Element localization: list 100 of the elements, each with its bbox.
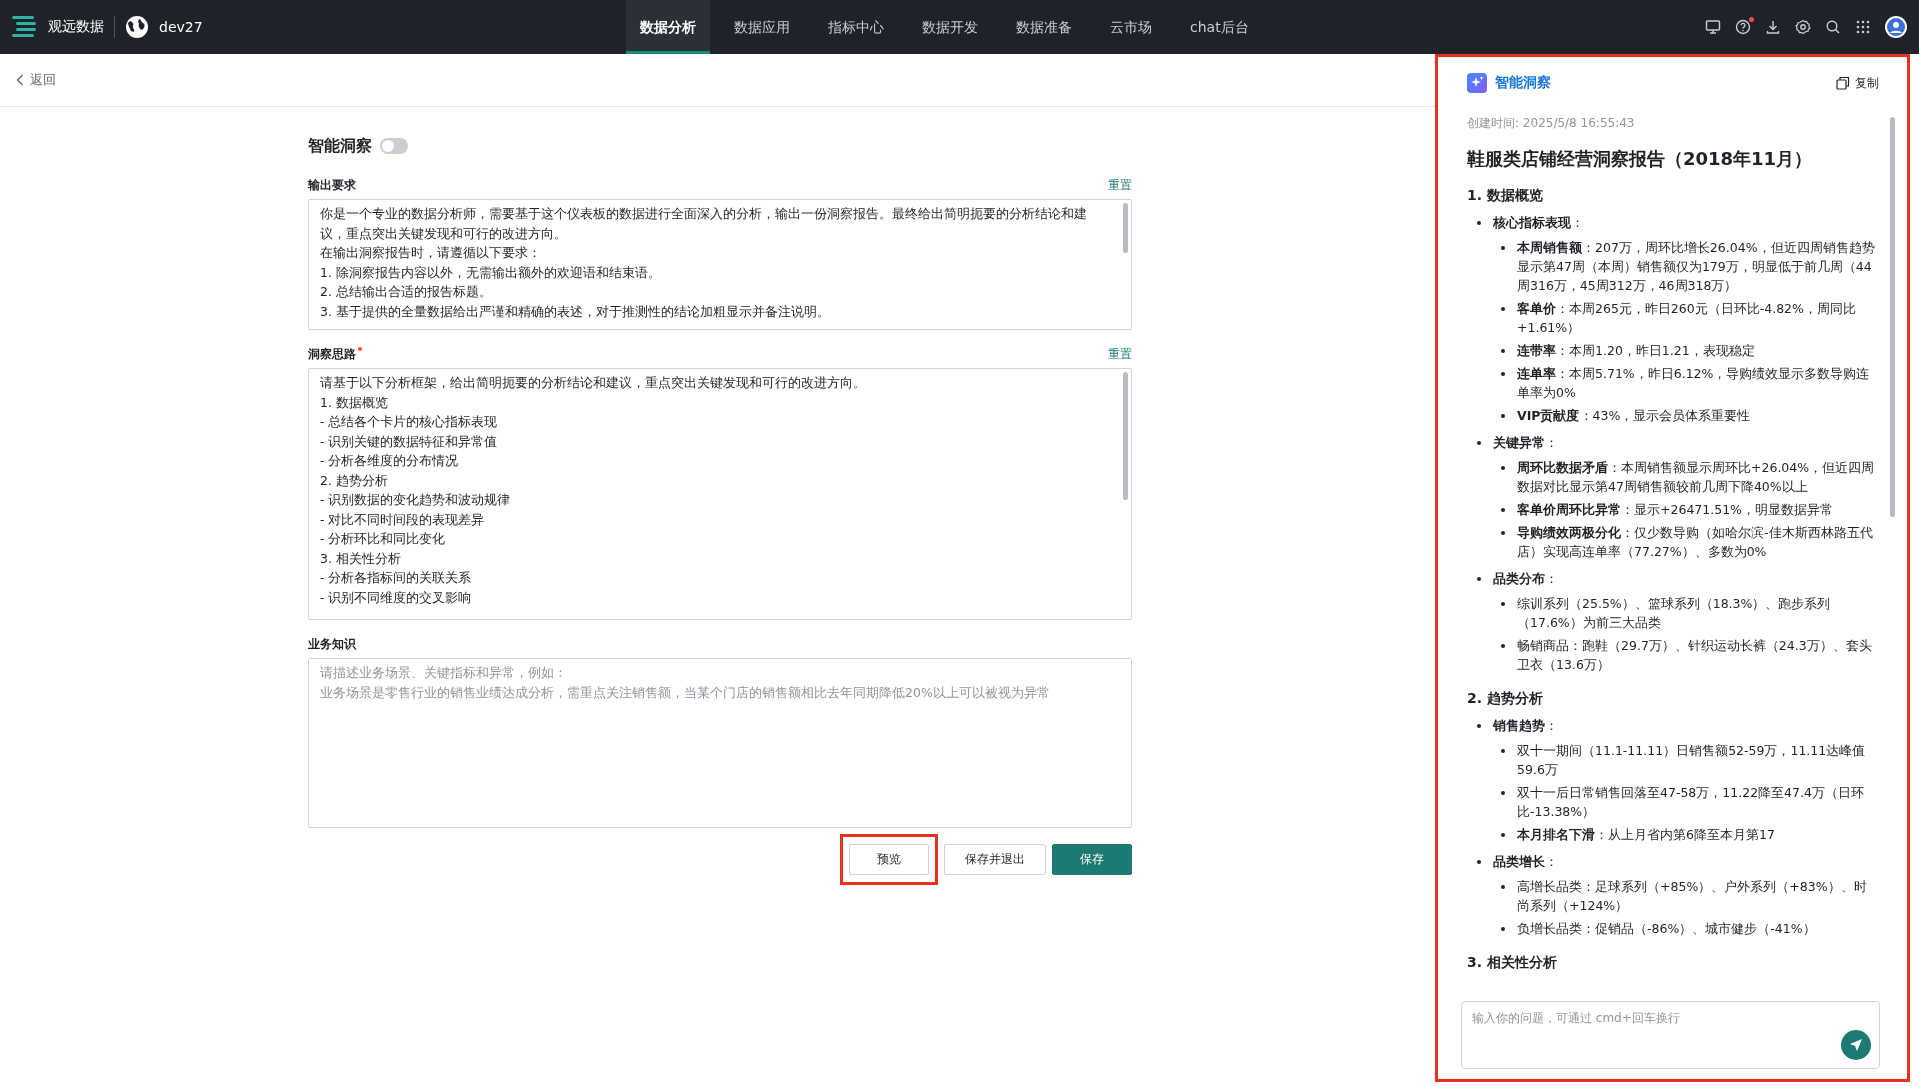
text-line: - 识别不同维度的交叉影响 <box>320 588 473 607</box>
nav-tab[interactable]: 数据分析 <box>626 0 710 54</box>
copy-button[interactable]: 复制 <box>1836 74 1879 92</box>
logo-icon[interactable] <box>12 14 38 40</box>
text-line: 2. 趋势分析 <box>320 471 389 490</box>
panel-title: 智能洞察 <box>1495 74 1551 92</box>
monitor-icon[interactable] <box>1705 19 1721 35</box>
list-item-text: VIP贡献度：43%，显示会员体系重要性 <box>1517 407 1752 425</box>
list-item-text: 双十一后日常销售回落至47-58万，11.22降至47.4万（日环比-13.38%） <box>1517 784 1865 821</box>
field-label: 输出要求 <box>308 176 356 194</box>
bullet-dot <box>1501 372 1505 376</box>
group-label: 关键异常： <box>1493 434 1559 452</box>
action-button[interactable]: 保存 <box>1052 844 1132 875</box>
bullet-dot <box>1501 749 1505 753</box>
bullet-dot <box>1501 833 1505 837</box>
bullet-dot <box>1477 724 1481 728</box>
placeholder-text: 业务场景是零售行业的销售业绩达成分析，需重点关注销售额，当某个门店的销售额相比去年同期降低20%以上可以被视为异常 <box>320 683 1051 702</box>
bullet-dot <box>1477 221 1481 225</box>
reset-link[interactable]: 重置 <box>1108 345 1132 363</box>
field-label: 业务知识 <box>308 635 356 653</box>
chevron-left-icon <box>16 74 24 86</box>
sparkle-icon <box>1467 73 1487 93</box>
bullet-dot <box>1501 791 1505 795</box>
text-area[interactable]: 请基于以下分析框架，给出简明扼要的分析结论和建议，重点突出关键发现和可行的改进方向。 1. 数据概览 - 总结各个卡片的核心指标表现 - 识别关键的数据特征和异常值 - 分析各维度的分布情况 2. 趋势分析 - 识别数据的变化趋势和波动规律 - 对比不同时间段的表现差异 - 分析环比和同比变化 3. 相关性分析 - 分析各指标间的关联关系 - 识别不同维度的交叉影响 <box>308 368 1132 620</box>
list-item-text: 客单价：本周265元，昨日260元（日环比-4.82%，周同比+1.61%） <box>1517 300 1857 337</box>
scrollbar[interactable] <box>1123 203 1128 253</box>
bullet-dot <box>1477 441 1481 445</box>
text-line: - 对比不同时间段的表现差异 <box>320 510 486 529</box>
list-item-text: 周环比数据矛盾：本周销售额显示周环比+26.04%，但近四周数据对比显示第47周销售额较前几周下降40%以上 <box>1517 459 1876 496</box>
bullet-dot <box>1501 414 1505 418</box>
nav-tab[interactable]: 云市场 <box>1096 0 1166 54</box>
group-label: 核心指标表现： <box>1493 214 1585 232</box>
bullet-dot <box>1477 577 1481 581</box>
send-button[interactable] <box>1841 1030 1871 1060</box>
list-item-text: 负增长品类：促销品（-86%）、城市健步（-41%） <box>1517 920 1817 938</box>
bullet-dot <box>1501 466 1505 470</box>
bullet-dot <box>1501 508 1505 512</box>
section-heading: 3. 相关性分析 <box>1467 954 1558 972</box>
nav-tab[interactable]: chat后台 <box>1176 0 1263 54</box>
brand-name: 观远数据 <box>48 18 104 36</box>
list-item-text: 连单率：本周5.71%，昨日6.12%，导购绩效显示多数导购连单率为0% <box>1517 365 1871 402</box>
text-line: - 识别关键的数据特征和异常值 <box>320 432 499 451</box>
bullet-dot <box>1501 246 1505 250</box>
group-label: 品类分布： <box>1493 570 1559 588</box>
placeholder-text: 输入你的问题，可通过 cmd+回车换行 <box>1472 1010 1681 1027</box>
globe-icon <box>125 15 149 39</box>
back-link[interactable]: 返回 <box>16 71 56 89</box>
action-button[interactable]: 预览 <box>849 844 929 875</box>
text-area[interactable]: 你是一个专业的数据分析师，需要基于这个仪表板的数据进行全面深入的分析，输出一份洞察报告。最终给出简明扼要的分析结论和建议，重点突出关键发现和可行的改进方向。 在输出洞察报告时，请遵循以下要求： 1. 除洞察报告内容以外，无需输出额外的欢迎语和结束语。 2. 总结输出合适的报告标题。 3. 基于提供的全量数据给出严谨和精确的表述，对于推测性的结论加粗显示并备注说明。 <box>308 199 1132 330</box>
nav-tab[interactable]: 数据开发 <box>908 0 992 54</box>
section-heading: 2. 趋势分析 <box>1467 690 1544 708</box>
bullet-dot <box>1501 349 1505 353</box>
text-line: - 分析环比和同比变化 <box>320 530 447 548</box>
field-label: 洞察思路 <box>308 345 356 363</box>
text-line: - 分析各维度的分布情况 <box>320 452 460 470</box>
required-mark <box>358 347 362 351</box>
text-line: 你是一个专业的数据分析师，需要基于这个仪表板的数据进行全面深入的分析，输出一份洞察报告。最终给出简明扼要的分析结论和建议，重点突出关键发现和可行的改进方向。 <box>320 205 1088 243</box>
bullet-dot <box>1501 927 1505 931</box>
scrollbar[interactable] <box>1890 117 1895 517</box>
list-item-text: 综训系列（25.5%）、篮球系列（18.3%）、跑步系列（17.6%）为前三大品类 <box>1517 595 1832 632</box>
apps-grid-icon[interactable] <box>1855 19 1871 35</box>
bullet-dot <box>1501 644 1505 648</box>
scrollbar[interactable] <box>1123 372 1128 500</box>
text-line: 在输出洞察报告时，请遵循以下要求： <box>320 244 542 262</box>
nav-tab[interactable]: 数据准备 <box>1002 0 1086 54</box>
list-item-text: 导购绩效两极分化：仅少数导购（如哈尔滨-佳木斯西林路五代店）实现高连单率（77.27%）、多数为0% <box>1517 524 1874 561</box>
report-title: 鞋服类店铺经营洞察报告（2018年11月） <box>1467 147 1814 171</box>
text-line: 2. 总结输出合适的报告标题。 <box>320 283 493 301</box>
created-time: 创建时间: 2025/5/8 16:55:43 <box>1467 115 1636 132</box>
text-line: 3. 基于提供的全量数据给出严谨和精确的表述，对于推测性的结论加粗显示并备注说明。 <box>320 302 831 321</box>
help-icon[interactable] <box>1735 19 1751 35</box>
workspace-name[interactable]: dev27 <box>159 19 203 35</box>
bullet-dot <box>1477 860 1481 864</box>
bullet-dot <box>1501 531 1505 535</box>
list-item-text: 高增长品类：足球系列（+85%）、户外系列（+83%）、时尚系列（+124%） <box>1517 878 1868 915</box>
list-item-text: 客单价周环比异常：显示+26471.51%，明显数据异常 <box>1517 501 1834 519</box>
send-icon <box>1849 1038 1863 1052</box>
group-label: 销售趋势： <box>1493 717 1559 735</box>
list-item-text: 本月排名下滑：从上月省内第6降至本月第17 <box>1517 826 1776 844</box>
text-line: - 分析各指标间的关联关系 <box>320 569 473 587</box>
reset-link[interactable]: 重置 <box>1108 176 1132 194</box>
list-item-text: 畅销商品：跑鞋（29.7万）、针织运动长裤（24.3万）、套头卫衣（13.6万） <box>1517 637 1873 674</box>
nav-tab[interactable]: 指标中心 <box>814 0 898 54</box>
group-label: 品类增长： <box>1493 853 1559 871</box>
search-icon[interactable] <box>1825 19 1841 35</box>
settings-icon[interactable] <box>1795 19 1811 35</box>
form-title: 智能洞察 <box>308 135 372 157</box>
download-icon[interactable] <box>1765 19 1781 35</box>
text-line: 3. 相关性分析 <box>320 549 402 568</box>
text-line: 1. 除洞察报告内容以外，无需输出额外的欢迎语和结束语。 <box>320 263 662 282</box>
toggle-switch[interactable] <box>380 138 408 154</box>
placeholder-text: 请描述业务场景、关键指标和异常，例如： <box>320 664 568 682</box>
text-line: 1. 数据概览 <box>320 393 389 412</box>
avatar-icon[interactable] <box>1885 16 1907 38</box>
copy-icon <box>1836 76 1850 90</box>
action-button[interactable]: 保存并退出 <box>944 844 1046 875</box>
text-line: 请基于以下分析框架，给出简明扼要的分析结论和建议，重点突出关键发现和可行的改进方向。 <box>320 374 867 392</box>
bullet-dot <box>1501 602 1505 606</box>
list-item-text: 双十一期间（11.1-11.11）日销售额52-59万，11.11达峰值59.6万 <box>1517 742 1867 779</box>
nav-tab[interactable]: 数据应用 <box>720 0 804 54</box>
